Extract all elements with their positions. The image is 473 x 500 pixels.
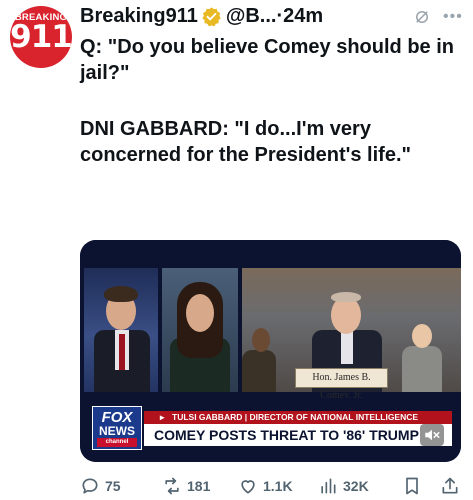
like-button[interactable]: 1.1K	[238, 474, 293, 498]
repost-icon	[165, 477, 179, 495]
bookmark-button[interactable]	[402, 474, 422, 498]
avatar-number: 911	[10, 19, 72, 55]
repost-count: 181	[187, 478, 211, 494]
timestamp[interactable]: 24m	[283, 5, 323, 27]
logo-channel-text: channel	[97, 438, 137, 447]
action-bar: 75 181 1.1K 32K	[80, 474, 465, 498]
views-count: 32K	[343, 478, 369, 494]
nameplate: Hon. James B. Comey, Jr.	[295, 368, 388, 401]
display-name[interactable]: Breaking911	[80, 5, 198, 27]
video-player[interactable]: Hon. James B. Comey, Jr. FOX NEWS channe…	[80, 240, 461, 462]
tweet-text: Q: "Do you believe Comey should be in ja…	[80, 34, 465, 168]
tweet-answer: DNI GABBARD: "I do...I'm very concerned …	[80, 118, 411, 166]
logo-news-text: NEWS	[99, 424, 135, 438]
fox-news-logo: FOX NEWS channel	[92, 406, 142, 450]
reply-icon	[82, 478, 98, 494]
bookmark-icon	[406, 477, 418, 495]
handle[interactable]: @B...	[226, 5, 277, 27]
guest-panel	[162, 268, 238, 392]
chyron-arrow-icon: ▸	[160, 412, 165, 422]
views-icon	[321, 478, 336, 494]
more-icon[interactable]: •••	[443, 8, 463, 26]
share-icon	[442, 477, 458, 494]
views-button[interactable]: 32K	[318, 474, 369, 498]
mute-icon[interactable]	[413, 8, 431, 26]
tweet-header: Breaking911 @B...·24m •••	[80, 5, 465, 33]
like-icon	[241, 480, 255, 494]
chyron-subtitle: ▸ TULSI GABBARD | DIRECTOR OF NATIONAL I…	[144, 411, 452, 424]
repost-button[interactable]: 181	[162, 474, 210, 498]
speaker-mute-icon	[425, 429, 440, 441]
chyron-subtitle-text: TULSI GABBARD | DIRECTOR OF NATIONAL INT…	[172, 412, 419, 422]
reply-button[interactable]: 75	[80, 474, 121, 498]
share-button[interactable]	[440, 474, 460, 498]
verified-badge-icon	[202, 7, 221, 27]
anchor-panel	[84, 268, 158, 392]
video-mute-button[interactable]	[420, 424, 444, 446]
like-count: 1.1K	[263, 478, 293, 494]
chyron-headline: COMEY POSTS THREAT TO '86' TRUMP	[144, 424, 452, 446]
tweet-question: Q: "Do you believe Comey should be in ja…	[80, 36, 454, 84]
avatar[interactable]: BREAKING 911	[10, 6, 72, 68]
reply-count: 75	[105, 478, 121, 494]
